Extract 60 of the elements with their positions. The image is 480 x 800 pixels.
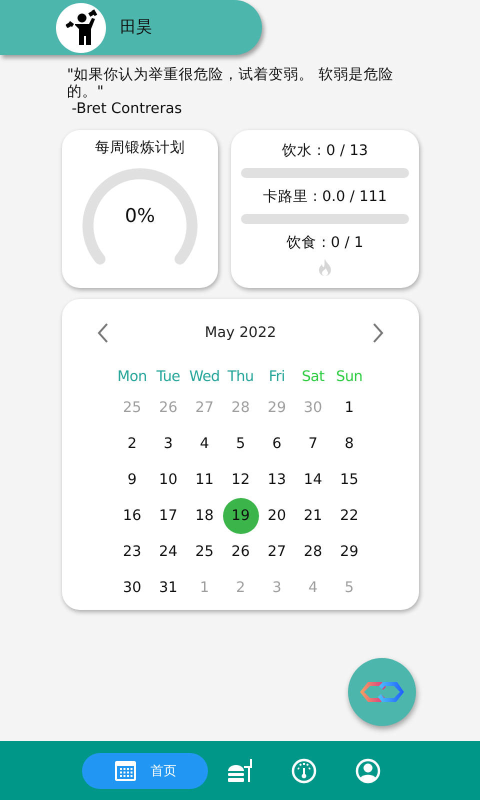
- weekly-plan-card[interactable]: 每周锻炼计划 0%: [62, 130, 218, 288]
- calendar-day[interactable]: 9: [114, 462, 150, 498]
- calendar-day[interactable]: 27: [258, 534, 295, 570]
- calendar-day[interactable]: 26: [222, 534, 259, 570]
- calendar-day[interactable]: 2: [114, 426, 150, 462]
- burger-drink-icon: [226, 758, 254, 784]
- calendar-day[interactable]: 5: [222, 426, 259, 462]
- quote-author: -Bret Contreras: [70, 101, 183, 118]
- calendar-day[interactable]: 12: [222, 462, 259, 498]
- calendar-day[interactable]: 6: [258, 426, 295, 462]
- weekday-label: Wed: [188, 368, 221, 387]
- calendar-day[interactable]: 8: [331, 426, 368, 462]
- calendar-day[interactable]: 11: [186, 462, 222, 498]
- calendar-day[interactable]: 16: [114, 498, 150, 534]
- weekday-label: Fri: [268, 368, 286, 387]
- calendar-day[interactable]: 22: [331, 498, 368, 534]
- weekday-label: Mon: [116, 368, 148, 387]
- calendar-day[interactable]: 25: [186, 534, 222, 570]
- calendar-day[interactable]: 30: [114, 570, 150, 606]
- weekday-label: Thu: [226, 368, 255, 387]
- linked-diamonds-icon: [357, 679, 407, 705]
- calendar-day[interactable]: 4: [186, 426, 222, 462]
- calendar-day[interactable]: 7: [295, 426, 332, 462]
- calendar-day[interactable]: 17: [150, 498, 186, 534]
- calendar-day[interactable]: 28: [295, 534, 332, 570]
- calendar-day[interactable]: 23: [114, 534, 150, 570]
- floating-action-button[interactable]: [348, 658, 416, 726]
- calendar-day[interactable]: 29: [331, 534, 368, 570]
- calendar-day[interactable]: 24: [150, 534, 186, 570]
- quote-text: "如果你认为举重很危险，试着变弱。 软弱是危险的。": [67, 67, 394, 101]
- card-title: 每周锻炼计划: [95, 139, 185, 157]
- month-title: May 2022: [204, 325, 276, 341]
- calendar-day[interactable]: 19: [222, 498, 259, 534]
- progress-reading: 0%: [124, 205, 156, 227]
- flame-icon: [318, 259, 332, 277]
- calendar-day[interactable]: 3: [150, 426, 186, 462]
- intake-label: 饮水 : 0 / 13: [282, 142, 368, 161]
- intake-label: 饮食 : 0 / 1: [286, 234, 364, 253]
- calendar-day[interactable]: 20: [258, 498, 295, 534]
- gauge-icon: [291, 758, 317, 784]
- avatar[interactable]: [56, 2, 106, 52]
- calendar-day[interactable]: 18: [186, 498, 222, 534]
- chevron-right-icon: [371, 322, 385, 344]
- calendar-day[interactable]: 13: [258, 462, 295, 498]
- intake-label: 卡路里 : 0.0 / 111: [263, 188, 387, 207]
- chevron-left-icon: [96, 322, 110, 344]
- calendar-day[interactable]: 1: [331, 390, 368, 426]
- calendar-day[interactable]: 10: [150, 462, 186, 498]
- weekday-label: Tue: [155, 368, 182, 387]
- weekday-label: Sun: [335, 368, 364, 387]
- calendar-day[interactable]: 21: [295, 498, 332, 534]
- calendar-day[interactable]: 14: [295, 462, 332, 498]
- previous-month-button[interactable]: [96, 322, 110, 344]
- calendar-icon: [114, 760, 136, 782]
- weekday-label: Sat: [300, 368, 326, 387]
- profile-icon: [355, 758, 381, 784]
- user-name: 田昊: [120, 17, 152, 38]
- next-month-button[interactable]: [371, 322, 385, 344]
- calendar-day[interactable]: 15: [331, 462, 368, 498]
- calendar-day[interactable]: 31: [150, 570, 186, 606]
